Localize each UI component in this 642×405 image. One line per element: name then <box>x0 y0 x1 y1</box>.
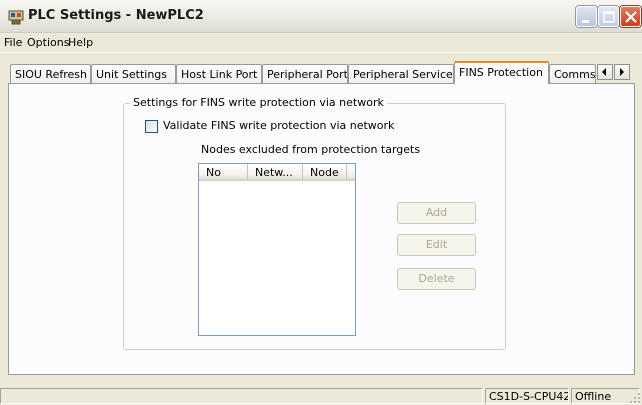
arrow-left-icon <box>602 68 606 76</box>
resize-grip-icon[interactable] <box>629 392 641 404</box>
tab-scroll-right-button[interactable] <box>614 64 630 80</box>
plc-app-icon[interactable] <box>8 9 24 25</box>
menu-help[interactable]: Help <box>68 36 93 49</box>
title-bar[interactable]: PLC Settings - NewPLC2 <box>0 0 642 33</box>
menu-file[interactable]: File <box>4 36 22 49</box>
column-header-filler <box>347 164 355 181</box>
close-button[interactable] <box>620 6 641 27</box>
minimize-icon <box>582 20 589 23</box>
menu-bar: File Options Help <box>0 33 642 53</box>
column-header-network[interactable]: Netw... <box>248 164 303 181</box>
validate-fins-protection-checkbox[interactable] <box>145 120 158 133</box>
tab-siou-refresh[interactable]: SIOU Refresh <box>10 64 91 83</box>
delete-button[interactable]: Delete <box>397 268 476 290</box>
tab-host-link-port[interactable]: Host Link Port <box>176 64 262 83</box>
maximize-icon <box>603 11 615 23</box>
edit-button[interactable]: Edit <box>397 234 476 256</box>
status-bar: CS1D-S-CPU42 Offline <box>0 386 642 405</box>
plc-settings-window: PLC Settings - NewPLC2 File Options Help… <box>0 0 642 405</box>
status-pane-main <box>0 388 483 404</box>
excluded-nodes-list[interactable]: No Netw... Node <box>198 163 356 336</box>
add-button[interactable]: Add <box>397 202 476 224</box>
validate-fins-protection-label[interactable]: Validate FINS write protection via netwo… <box>163 119 394 132</box>
close-icon <box>625 11 637 23</box>
tab-fins-protection[interactable]: FINS Protection <box>454 61 549 84</box>
list-header: No Netw... Node <box>199 164 355 181</box>
fins-protection-panel: Settings for FINS write protection via n… <box>8 83 635 375</box>
arrow-right-icon <box>620 68 624 76</box>
tab-peripheral-service[interactable]: Peripheral Service <box>348 64 454 83</box>
status-plc-model: CS1D-S-CPU42 <box>485 388 569 404</box>
column-header-no[interactable]: No <box>199 164 248 181</box>
tab-strip: SIOU Refresh Unit Settings Host Link Por… <box>0 60 642 84</box>
menu-options[interactable]: Options <box>27 36 69 49</box>
maximize-button[interactable] <box>598 6 619 27</box>
window-title: PLC Settings - NewPLC2 <box>28 8 204 23</box>
minimize-button[interactable] <box>576 6 597 27</box>
tab-unit-settings[interactable]: Unit Settings <box>91 64 176 83</box>
tab-comms[interactable]: Comms <box>549 64 596 83</box>
column-header-node[interactable]: Node <box>303 164 347 181</box>
tab-scroll-left-button[interactable] <box>597 64 613 80</box>
group-title: Settings for FINS write protection via n… <box>130 96 387 109</box>
tab-peripheral-port[interactable]: Peripheral Port <box>262 64 348 83</box>
excluded-nodes-caption: Nodes excluded from protection targets <box>201 143 421 156</box>
fins-write-protection-group: Settings for FINS write protection via n… <box>123 96 506 350</box>
